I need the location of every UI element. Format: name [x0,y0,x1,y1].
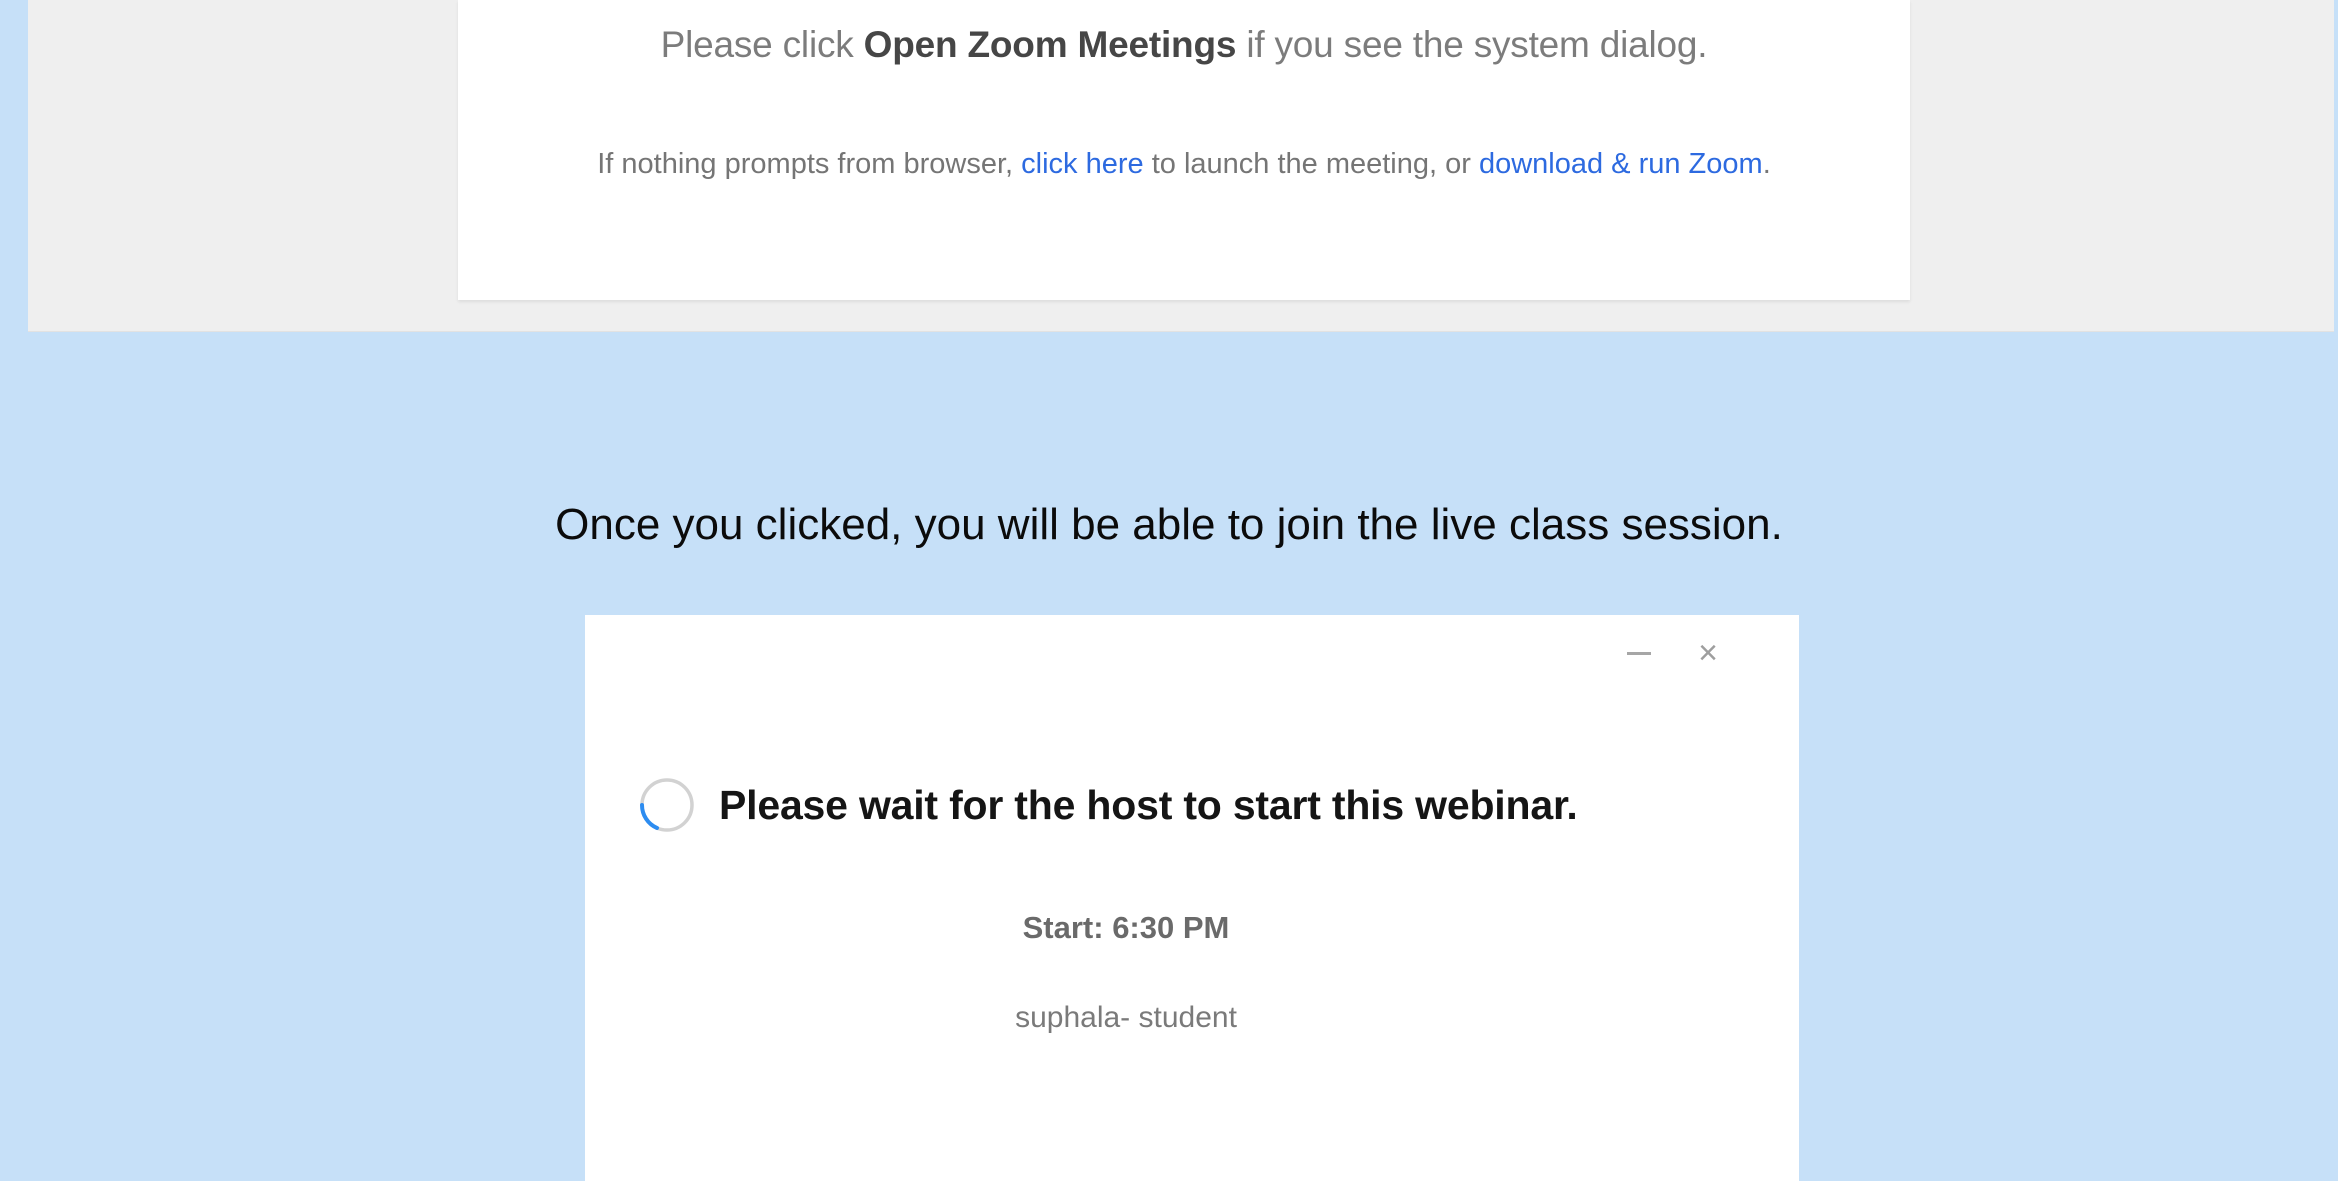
open-zoom-instruction: Please click Open Zoom Meetings if you s… [458,24,1910,66]
loading-spinner-icon [639,778,694,832]
minimize-button[interactable] [1619,633,1659,673]
close-icon: × [1698,634,1718,672]
join-caption: Once you clicked, you will be able to jo… [555,500,1783,549]
start-time: Start: 6:30 PM [1022,910,1230,945]
wait-message: Please wait for the host to start this w… [719,781,1578,828]
minimize-icon [1627,651,1651,655]
instruction-suffix: if you see the system dialog. [1236,24,1708,65]
close-button[interactable]: × [1688,633,1728,673]
launch-card: Please click Open Zoom Meetings if you s… [458,0,1910,300]
instruction-prefix: Please click [660,24,864,65]
webinar-name: suphala- student [1015,1001,1237,1034]
open-zoom-meetings-label: Open Zoom Meetings [863,24,1237,65]
fallback-prefix: If nothing prompts from browser, [597,148,1022,180]
fallback-suffix: . [1762,148,1771,180]
download-run-zoom-link[interactable]: download & run Zoom [1479,148,1763,180]
fallback-middle: to launch the meeting, or [1143,148,1479,180]
browser-launch-screenshot: Please click Open Zoom Meetings if you s… [28,0,2334,332]
fallback-instruction: If nothing prompts from browser, click h… [458,148,1910,181]
zoom-waiting-window: × Please wait for the host to start this… [585,615,1799,1181]
click-here-link[interactable]: click here [1021,148,1144,180]
wait-message-row: Please wait for the host to start this w… [637,775,1578,835]
